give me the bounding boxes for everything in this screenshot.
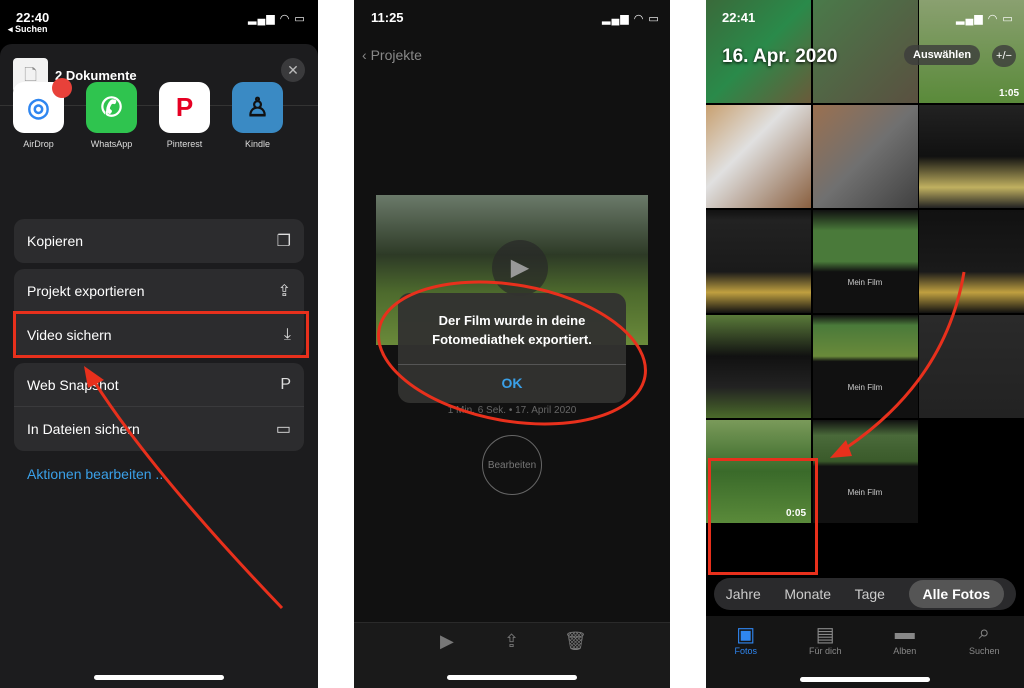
app-row: ◎ AirDrop ✆ WhatsApp P Pinterest ♙ Kindle bbox=[13, 78, 283, 149]
view-segmented-control: Jahre Monate Tage Alle Fotos bbox=[714, 578, 1016, 610]
film-title: Mein Film bbox=[847, 278, 883, 287]
alert-message: Der Film wurde in deine Fotomediathek exp… bbox=[398, 293, 626, 365]
share-app-airdrop[interactable]: ◎ AirDrop bbox=[13, 78, 72, 149]
status-icons: ▂▄▆ ◠ ▭ bbox=[248, 13, 306, 25]
film-title: Mein Film bbox=[847, 488, 883, 497]
photo-thumbnail[interactable]: Mein Film bbox=[812, 420, 918, 523]
share-icon[interactable]: ⇪ bbox=[504, 631, 519, 652]
tab-fotos[interactable]: ▣ Fotos bbox=[716, 616, 776, 688]
photos-screen: 1:05 Mein Film Mein Film 0:05 Mein Film 22:4… bbox=[706, 0, 1024, 688]
photo-thumbnail[interactable]: Mein Film bbox=[812, 315, 918, 418]
play-icon[interactable]: ▶ bbox=[492, 240, 548, 296]
segment-monate[interactable]: Monate bbox=[784, 586, 831, 602]
imovie-project-screen: 11:25 ▂▄▆ ◠ ▭ ‹ Projekte ▶ 1 Min. 6 Sek.… bbox=[354, 0, 670, 688]
edit-actions-link[interactable]: Aktionen bearbeiten ... bbox=[27, 466, 167, 482]
notification-badge bbox=[52, 78, 72, 98]
share-app-pinterest[interactable]: P Pinterest bbox=[159, 82, 210, 149]
ok-button[interactable]: OK bbox=[398, 365, 626, 402]
status-time: 22:40 bbox=[16, 10, 50, 25]
photo-grid: 1:05 Mein Film Mein Film 0:05 Mein Film bbox=[706, 0, 1024, 523]
status-time: 11:25 bbox=[371, 10, 404, 25]
chevron-left-icon: ‹ bbox=[362, 47, 371, 63]
photo-thumbnail[interactable] bbox=[919, 210, 1024, 313]
trash-icon[interactable]: 🗑 bbox=[564, 631, 587, 652]
photo-thumbnail[interactable] bbox=[706, 210, 811, 313]
fotos-icon: ▣ bbox=[736, 624, 756, 646]
share-app-whatsapp[interactable]: ✆ WhatsApp bbox=[86, 82, 137, 149]
status-icons: ▂▄▆ ◠ ▭ bbox=[602, 13, 660, 25]
photo-thumbnail[interactable] bbox=[919, 315, 1024, 418]
segment-alle-fotos[interactable]: Alle Fotos bbox=[908, 580, 1005, 608]
home-indicator bbox=[94, 675, 224, 680]
video-duration: 1:05 bbox=[998, 88, 1019, 99]
play-icon[interactable]: ▶ bbox=[440, 631, 454, 652]
pinterest-icon: P bbox=[159, 82, 210, 133]
zoom-toggle-button[interactable]: +/− bbox=[992, 45, 1016, 67]
alben-icon: ▬ bbox=[894, 622, 915, 644]
action-in-dateien-sichern[interactable]: In Dateien sichern ▭ bbox=[14, 407, 304, 451]
action-projekt-exportieren[interactable]: Projekt exportieren ⇪ bbox=[14, 269, 304, 313]
edit-button[interactable]: Bearbeiten bbox=[482, 435, 542, 495]
close-button[interactable]: ✕ bbox=[281, 58, 305, 82]
segment-tage[interactable]: Tage bbox=[855, 586, 885, 602]
back-to-search[interactable]: ◂ Suchen bbox=[8, 24, 48, 35]
action-kopieren[interactable]: Kopieren ❐ bbox=[14, 219, 304, 263]
copy-icon: ❐ bbox=[276, 233, 291, 250]
back-button[interactable]: ‹ Projekte bbox=[362, 47, 422, 63]
date-heading: 16. Apr. 2020 bbox=[722, 46, 838, 67]
action-group: Web Snapshot P In Dateien sichern ▭ bbox=[14, 363, 304, 451]
für-dich-icon: ▤ bbox=[815, 624, 835, 646]
photo-thumbnail[interactable] bbox=[812, 105, 918, 208]
segment-jahre[interactable]: Jahre bbox=[726, 586, 761, 602]
status-time: 22:41 bbox=[722, 10, 756, 25]
photo-thumbnail[interactable]: Mein Film bbox=[812, 210, 918, 313]
share-icon: ⇪ bbox=[277, 282, 291, 300]
export-alert: Der Film wurde in deine Fotomediathek exp… bbox=[398, 293, 626, 403]
photo-thumbnail[interactable] bbox=[706, 315, 811, 418]
share-sheet-screen: 22:40 ◂ Suchen ▂▄▆ ◠ ▭ 🗋 2 Dokumente ✕ ◎… bbox=[0, 0, 318, 688]
whatsapp-icon: ✆ bbox=[86, 82, 137, 133]
select-button[interactable]: Auswählen bbox=[904, 45, 981, 65]
action-group: Kopieren ❐ bbox=[14, 219, 304, 263]
action-web-snapshot[interactable]: Web Snapshot P bbox=[14, 363, 304, 407]
folder-icon: ▭ bbox=[275, 421, 291, 438]
photo-thumbnail[interactable] bbox=[706, 105, 811, 208]
photo-thumbnail[interactable] bbox=[919, 420, 1024, 523]
home-indicator bbox=[447, 675, 577, 680]
video-meta: 1 Min. 6 Sek. • 17. April 2020 bbox=[447, 405, 577, 416]
share-app-kindle[interactable]: ♙ Kindle bbox=[232, 82, 283, 149]
photo-thumbnail[interactable] bbox=[919, 105, 1024, 208]
home-indicator bbox=[800, 677, 930, 682]
status-icons: ▂▄▆ ◠ ▭ bbox=[956, 13, 1014, 25]
highlight-box bbox=[13, 311, 309, 358]
film-title: Mein Film bbox=[847, 383, 883, 392]
suchen-icon: ⌕ bbox=[978, 622, 990, 644]
highlight-box bbox=[708, 458, 818, 575]
tab-suchen[interactable]: ⌕ Suchen bbox=[954, 616, 1014, 688]
kindle-icon: ♙ bbox=[232, 82, 283, 133]
snapshot-icon: P bbox=[280, 375, 291, 393]
